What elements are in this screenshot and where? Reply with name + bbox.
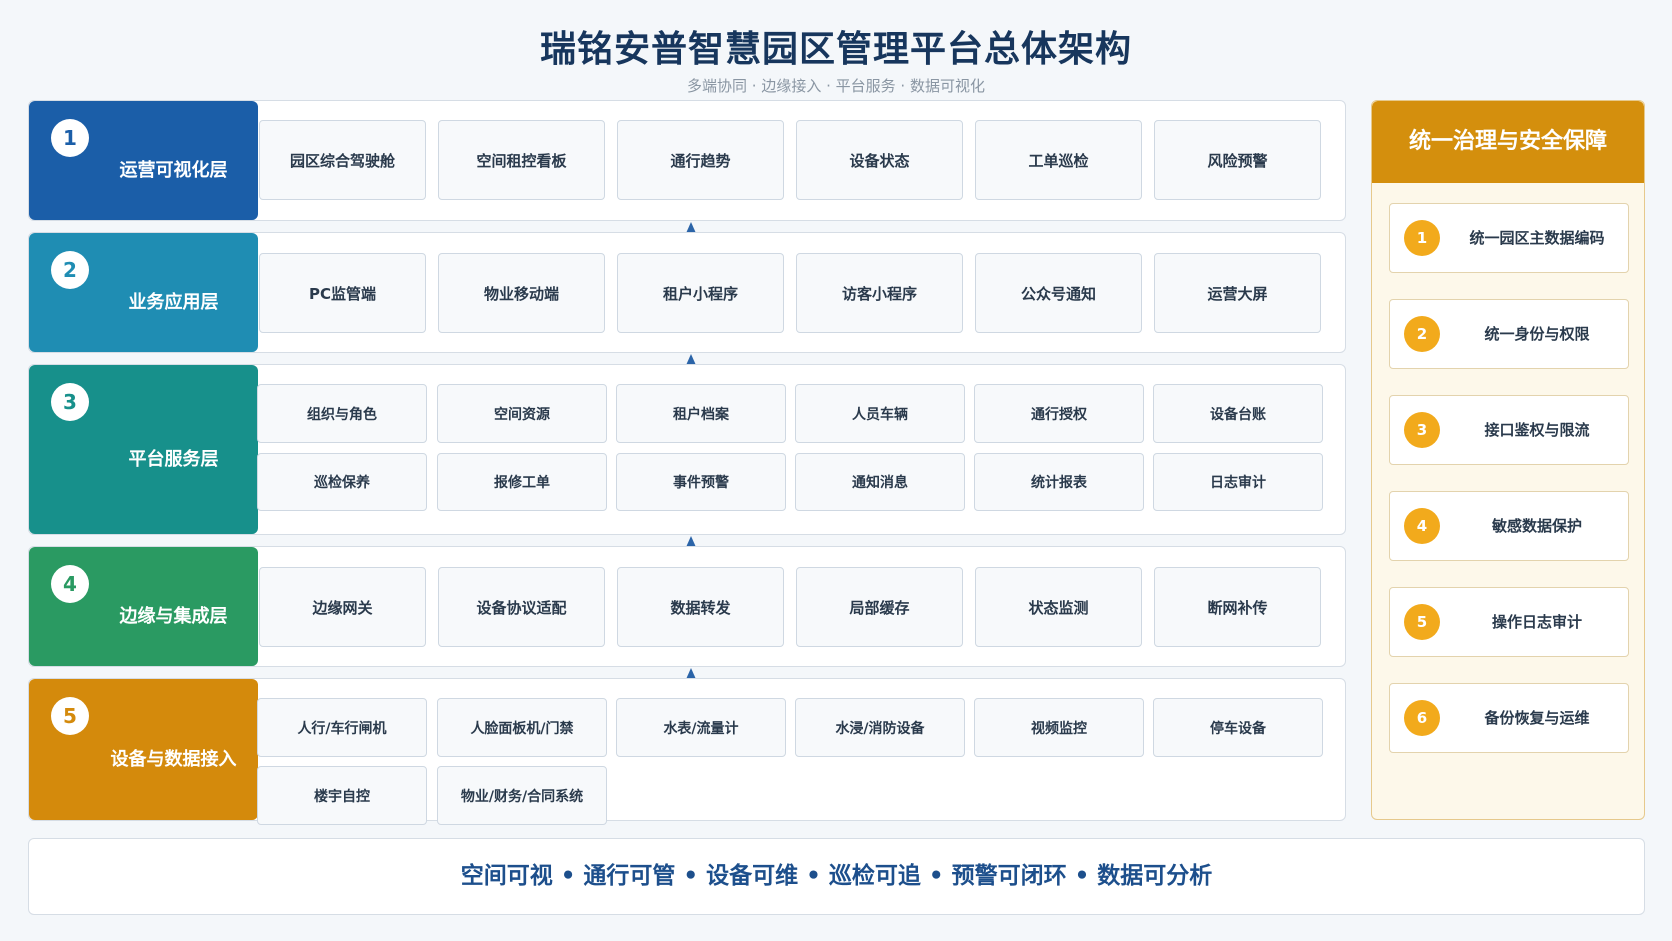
module-box: 物业移动端 bbox=[438, 253, 605, 333]
governance-item-label: 统一身份与权限 bbox=[1484, 325, 1590, 343]
governance-title: 统一治理与安全保障 bbox=[1372, 101, 1644, 183]
module-box: 公众号通知 bbox=[975, 253, 1142, 333]
module-box: 设备台账 bbox=[1153, 384, 1323, 443]
module-box: 事件预警 bbox=[616, 453, 786, 511]
module-box: 租户小程序 bbox=[617, 253, 784, 333]
module-box: 断网补传 bbox=[1154, 567, 1321, 647]
layer-business-applications: 2 业务应用层 PC监管端 物业移动端 租户小程序 访客小程序 公众号通知 运营… bbox=[28, 232, 1346, 353]
module-box: 巡检保养 bbox=[257, 453, 427, 511]
module-box: 设备状态 bbox=[796, 120, 963, 200]
layer-title: 设备与数据接入 bbox=[110, 748, 237, 770]
governance-item: 4 敏感数据保护 bbox=[1389, 491, 1629, 561]
layer-header: 3 平台服务层 bbox=[29, 365, 258, 534]
module-box: 日志审计 bbox=[1153, 453, 1323, 511]
module-box: 组织与角色 bbox=[257, 384, 427, 443]
governance-item-label: 操作日志审计 bbox=[1491, 613, 1582, 631]
governance-item: 3 接口鉴权与限流 bbox=[1389, 395, 1629, 465]
layer-platform-services: 3 平台服务层 组织与角色 空间资源 租户档案 人员车辆 通行授权 设备台账 巡… bbox=[28, 364, 1346, 535]
module-box: 边缘网关 bbox=[259, 567, 426, 647]
governance-number-badge: 5 bbox=[1404, 604, 1440, 640]
module-box: 楼宇自控 bbox=[257, 766, 427, 825]
module-box: 人行/车行闸机 bbox=[257, 698, 427, 757]
layer-number-badge: 2 bbox=[51, 251, 89, 289]
layer-title: 运营可视化层 bbox=[119, 159, 228, 181]
module-box: 通知消息 bbox=[795, 453, 965, 511]
module-box: 园区综合驾驶舱 bbox=[259, 120, 426, 200]
governance-number-badge: 6 bbox=[1404, 700, 1440, 736]
governance-item: 6 备份恢复与运维 bbox=[1389, 683, 1629, 753]
layer-header: 2 业务应用层 bbox=[29, 233, 258, 352]
governance-item: 2 统一身份与权限 bbox=[1389, 299, 1629, 369]
layer-edge-integration: 4 边缘与集成层 边缘网关 设备协议适配 数据转发 局部缓存 状态监测 断网补传 bbox=[28, 546, 1346, 667]
module-box: 水表/流量计 bbox=[616, 698, 786, 757]
layer-number-badge: 1 bbox=[51, 119, 89, 157]
layer-header: 5 设备与数据接入 bbox=[29, 679, 258, 820]
module-box: 工单巡检 bbox=[975, 120, 1142, 200]
module-box: 通行授权 bbox=[974, 384, 1144, 443]
layer-title: 平台服务层 bbox=[128, 448, 219, 470]
module-box: 数据转发 bbox=[617, 567, 784, 647]
page-subtitle: 多端协同 · 边缘接入 · 平台服务 · 数据可视化 bbox=[687, 77, 985, 95]
module-box: 局部缓存 bbox=[796, 567, 963, 647]
layer-operations-visualization: 1 运营可视化层 园区综合驾驶舱 空间租控看板 通行趋势 设备状态 工单巡检 风… bbox=[28, 100, 1346, 221]
module-box: 统计报表 bbox=[974, 453, 1144, 511]
layer-device-data-access: 5 设备与数据接入 人行/车行闸机 人脸面板机/门禁 水表/流量计 水浸/消防设… bbox=[28, 678, 1346, 825]
governance-item: 5 操作日志审计 bbox=[1389, 587, 1629, 657]
layer-number-badge: 5 bbox=[51, 697, 89, 735]
layer-header: 1 运营可视化层 bbox=[29, 101, 258, 220]
governance-item-label: 敏感数据保护 bbox=[1491, 517, 1582, 535]
module-box: PC监管端 bbox=[259, 253, 426, 333]
governance-number-badge: 2 bbox=[1404, 316, 1440, 352]
page-title: 瑞铭安普智慧园区管理平台总体架构 bbox=[539, 29, 1132, 70]
module-box: 运营大屏 bbox=[1154, 253, 1321, 333]
layer-number-badge: 3 bbox=[51, 383, 89, 421]
module-box: 通行趋势 bbox=[617, 120, 784, 200]
module-box: 人脸面板机/门禁 bbox=[437, 698, 607, 757]
governance-panel: 统一治理与安全保障 1 统一园区主数据编码 2 统一身份与权限 3 接口鉴权与限… bbox=[1371, 100, 1645, 820]
module-box: 空间资源 bbox=[437, 384, 607, 443]
layer-title: 边缘与集成层 bbox=[119, 605, 228, 627]
governance-number-badge: 1 bbox=[1404, 220, 1440, 256]
module-box: 租户档案 bbox=[616, 384, 786, 443]
governance-number-badge: 4 bbox=[1404, 508, 1440, 544]
module-box: 状态监测 bbox=[975, 567, 1142, 647]
module-box: 视频监控 bbox=[974, 698, 1144, 757]
governance-number-badge: 3 bbox=[1404, 412, 1440, 448]
layer-number-badge: 4 bbox=[51, 565, 89, 603]
governance-item-label: 备份恢复与运维 bbox=[1484, 709, 1590, 727]
governance-item-label: 统一园区主数据编码 bbox=[1469, 229, 1605, 247]
footer-slogan: 空间可视 • 通行可管 • 设备可维 • 巡检可追 • 预警可闭环 • 数据可分… bbox=[28, 838, 1645, 915]
module-box: 风险预警 bbox=[1154, 120, 1321, 200]
module-box: 访客小程序 bbox=[796, 253, 963, 333]
governance-item-label: 接口鉴权与限流 bbox=[1484, 421, 1590, 439]
module-box: 报修工单 bbox=[437, 453, 607, 511]
module-box: 水浸/消防设备 bbox=[795, 698, 965, 757]
module-box: 人员车辆 bbox=[795, 384, 965, 443]
module-box: 停车设备 bbox=[1153, 698, 1323, 757]
module-box: 设备协议适配 bbox=[438, 567, 605, 647]
module-box: 空间租控看板 bbox=[438, 120, 605, 200]
module-box: 物业/财务/合同系统 bbox=[437, 766, 607, 825]
layer-title: 业务应用层 bbox=[128, 291, 219, 313]
governance-item: 1 统一园区主数据编码 bbox=[1389, 203, 1629, 273]
layer-header: 4 边缘与集成层 bbox=[29, 547, 258, 666]
